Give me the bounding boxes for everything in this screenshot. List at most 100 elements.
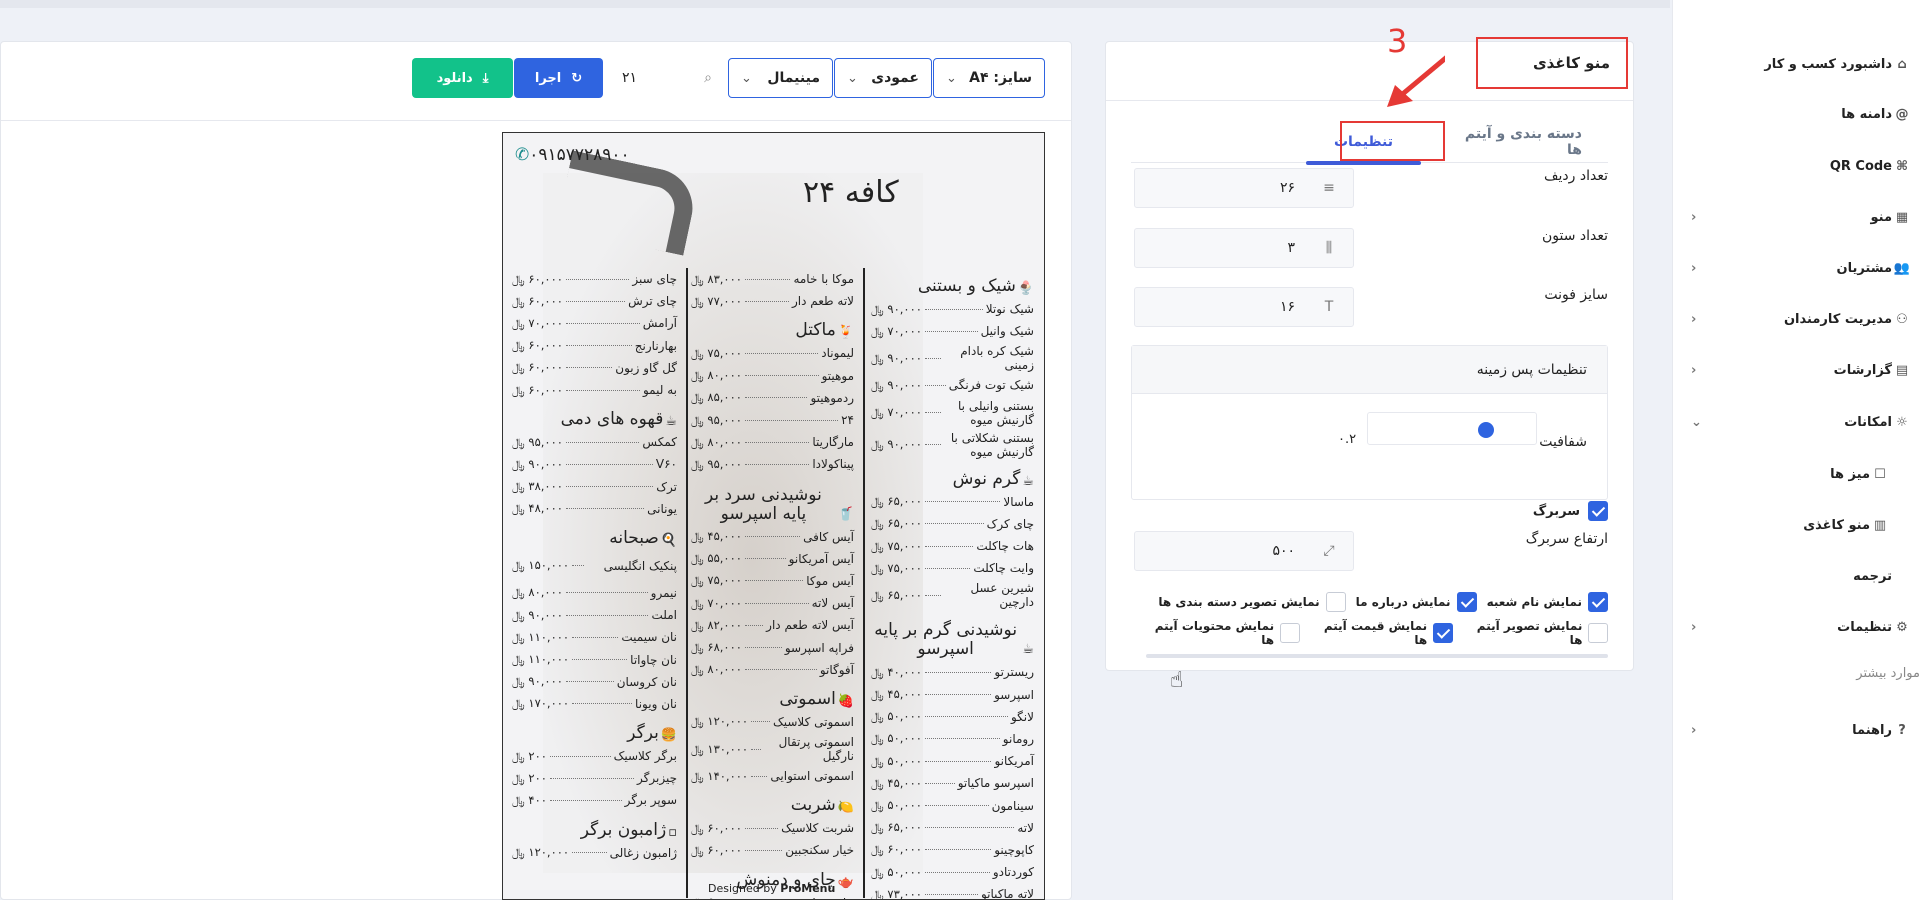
size-select-value: سایز: A۴ bbox=[969, 70, 1032, 86]
checkbox[interactable] bbox=[1325, 592, 1346, 612]
sidebar-item[interactable]: ترجمه bbox=[1673, 558, 1910, 594]
expand-icon: ⤢ bbox=[1323, 543, 1335, 559]
menu-item-name: نیمرو bbox=[650, 585, 677, 600]
menu-item-name: لیموناد bbox=[821, 346, 854, 361]
menu-item-price: ۷۷,۰۰۰ ﷼ bbox=[691, 293, 742, 308]
sidebar-item[interactable]: ▦ منو ‹ bbox=[1673, 199, 1910, 235]
dotted-leader bbox=[924, 760, 992, 762]
sidebar-item[interactable]: ☐ میز ها bbox=[1673, 456, 1888, 492]
sidebar-item[interactable]: ? راهنما ‹ bbox=[1673, 712, 1910, 748]
menu-item-name: شیک کره بادام زمینی bbox=[960, 344, 1034, 373]
dotted-leader bbox=[924, 308, 983, 310]
category-name: اسموتی bbox=[779, 688, 836, 709]
dotted-leader bbox=[924, 523, 984, 525]
header-checkbox[interactable] bbox=[1588, 501, 1608, 521]
header-label: سربرگ bbox=[1532, 503, 1580, 519]
menu-item-price: ۸۰,۰۰۰ ﷼ bbox=[691, 434, 742, 449]
size-select[interactable]: سایز: A۴ ⌄ bbox=[933, 58, 1045, 98]
sidebar-item[interactable]: ☼ امکانات ⌄ bbox=[1673, 404, 1910, 440]
dotted-leader bbox=[744, 602, 809, 604]
footer-brand: ProMenu bbox=[780, 882, 836, 895]
chevron-left-icon: ‹ bbox=[1691, 619, 1697, 635]
rows-input[interactable]: ≡ ۲۶ bbox=[1134, 168, 1354, 208]
sidebar-item[interactable]: @ دامنه ها bbox=[1673, 96, 1910, 132]
header-height-row: ارتفاع سربرگ ⤢ ۵۰۰ bbox=[1131, 531, 1608, 571]
category-icon: 🥤 bbox=[837, 506, 854, 522]
horizontal-scrollbar[interactable] bbox=[1146, 654, 1608, 658]
dotted-leader bbox=[565, 367, 613, 369]
font-size-input[interactable]: T ۱۶ bbox=[1134, 287, 1354, 327]
run-button[interactable]: ↻ اجرا bbox=[514, 58, 603, 98]
menu-item-name: شیک توت فرنگی bbox=[948, 378, 1034, 393]
menu-item-price: ۷۰,۰۰۰ ﷼ bbox=[691, 595, 742, 610]
checkbox-label: نمایش محتویات آیتم ها bbox=[1154, 619, 1275, 647]
opacity-slider-thumb[interactable] bbox=[1478, 422, 1494, 438]
menu-item-price: ۷۳,۰۰۰ ﷼ bbox=[871, 886, 922, 900]
dotted-leader bbox=[924, 545, 974, 547]
header-height-label: ارتفاع سربرگ bbox=[1525, 531, 1608, 547]
sidebar-item[interactable]: ⚇ مدیریت کارمندان ‹ bbox=[1673, 301, 1910, 337]
users-icon: 👥 bbox=[1893, 260, 1911, 276]
cols-input[interactable]: ⫼ ۳ bbox=[1134, 228, 1354, 268]
menu-item-name: اسپرسو ماکیاتو bbox=[957, 776, 1034, 791]
checkbox[interactable] bbox=[1433, 623, 1453, 643]
menu-item: موکا با خامه ۸۳,۰۰۰ ﷼ bbox=[691, 268, 854, 290]
checkbox[interactable] bbox=[1280, 623, 1300, 643]
menu-item: بهارنارنج ۶۰,۰۰۰ ﷼ bbox=[512, 335, 677, 357]
option-checkbox[interactable]: نمایش نام شعبه bbox=[1487, 592, 1608, 612]
sidebar-more[interactable]: موارد بیشتر bbox=[1856, 666, 1920, 681]
menu-item-price: ۶۰,۰۰۰ ﷼ bbox=[512, 293, 563, 308]
option-checkbox[interactable]: نمایش قیمت آیتم ها bbox=[1310, 619, 1453, 647]
zoom-input[interactable]: ⌕ ۲۱ bbox=[612, 58, 722, 98]
dotted-leader bbox=[565, 681, 614, 683]
sidebar-item[interactable]: ▥ منو کاغذی bbox=[1673, 507, 1888, 543]
menu-item-name: پیناکولادا bbox=[812, 457, 854, 472]
sidebar: ⌂ داشبورد کسب و کار @ دامنه ها ⌘ QR Code ▦ منو ‹… bbox=[1672, 0, 1920, 900]
font-size-label: سایز فونت bbox=[1544, 287, 1608, 303]
footer-prefix: Designed by bbox=[708, 882, 781, 895]
menu-item-name: پنکیک انگلیسی bbox=[603, 558, 677, 573]
dotted-leader bbox=[565, 345, 632, 347]
checkbox[interactable] bbox=[1456, 592, 1477, 612]
menu-item-name: اسموتی کلاسیک bbox=[773, 714, 854, 729]
list-icon: ≡ bbox=[1323, 180, 1335, 196]
option-checkbox[interactable]: نمایش تصویر دسته بندی ها bbox=[1158, 592, 1346, 612]
menu-item: به لیمو ۶۰,۰۰۰ ﷼ bbox=[512, 379, 677, 401]
checkbox[interactable] bbox=[1588, 592, 1608, 612]
menu-item-price: ۱۵۰,۰۰۰ ﷼ bbox=[512, 558, 570, 573]
menu-item: کمکس ۹۵,۰۰۰ ﷼ bbox=[512, 431, 677, 453]
option-checkbox[interactable]: نمایش تصویر آیتم ها bbox=[1463, 619, 1608, 647]
sidebar-item-label: گزارشات bbox=[1833, 362, 1892, 378]
sidebar-item[interactable]: ▤ گزارشات ‹ bbox=[1673, 352, 1910, 388]
menu-item: شیک توت فرنگی ۹۰,۰۰۰ ﷼ bbox=[871, 374, 1034, 396]
dotted-leader bbox=[549, 777, 635, 779]
header-height-input[interactable]: ⤢ ۵۰۰ bbox=[1134, 531, 1354, 571]
menu-item-price: ۶۰,۰۰۰ ﷼ bbox=[691, 842, 742, 857]
rows-field-row: تعداد ردیف ≡ ۲۶ bbox=[1131, 168, 1608, 208]
menu-item-name: اسموتی پرتقال نارگیل bbox=[778, 735, 854, 763]
menu-item-price: ۵۰,۰۰۰ ﷼ bbox=[871, 753, 922, 768]
checkbox-row-2: نمایش تصویر آیتم ها نمایش قیمت آیتم ها نما… bbox=[1131, 619, 1608, 647]
sidebar-item[interactable]: ⌘ QR Code bbox=[1673, 148, 1910, 184]
menu-item-price: ۴۵,۰۰۰ ﷼ bbox=[871, 687, 922, 702]
option-checkbox[interactable]: نمایش محتویات آیتم ها bbox=[1141, 619, 1300, 647]
download-button[interactable]: ⤓ دانلود bbox=[412, 58, 513, 98]
category-icon: 🍋 bbox=[837, 800, 854, 816]
menu-item: شیک کره بادام زمینی ۹۰,۰۰۰ ﷼ bbox=[871, 342, 1034, 374]
orientation-select[interactable]: عمودی ⌄ bbox=[834, 58, 932, 98]
style-select[interactable]: مینیمال ⌄ bbox=[728, 58, 833, 98]
chevron-left-icon: ‹ bbox=[1691, 260, 1697, 276]
dotted-leader bbox=[565, 389, 640, 391]
option-checkbox[interactable]: نمایش درباره ما bbox=[1356, 592, 1477, 612]
checkbox[interactable] bbox=[1588, 623, 1608, 643]
menu-item-price: ۷۵,۰۰۰ ﷼ bbox=[871, 538, 922, 553]
menu-item: شیک وانیل ۷۰,۰۰۰ ﷼ bbox=[871, 320, 1034, 342]
dotted-leader bbox=[572, 636, 619, 638]
background-settings-header: تنظیمات پس زمینه bbox=[1132, 346, 1607, 394]
sidebar-item[interactable]: ⚙ تنظیمات ‹ bbox=[1673, 609, 1910, 645]
opacity-slider[interactable] bbox=[1367, 412, 1537, 445]
sidebar-item[interactable]: 👥 مشتریان ‹ bbox=[1673, 250, 1910, 286]
dotted-leader bbox=[924, 782, 955, 784]
tab-categories-items[interactable]: دسته بندی و آیتم ها bbox=[1452, 121, 1582, 163]
sidebar-item[interactable]: ⌂ داشبورد کسب و کار bbox=[1673, 46, 1910, 82]
